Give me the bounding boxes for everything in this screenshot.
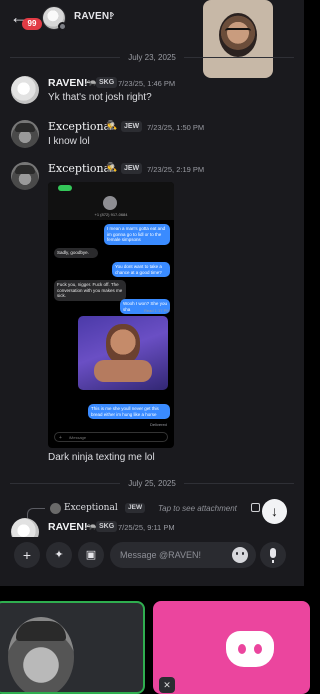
contact-number: +1 (872) 917-0684 [94, 212, 128, 217]
server-tag[interactable]: SKG [96, 77, 118, 88]
glasses-shape [225, 28, 251, 34]
reply-author[interactable]: Exceptional [64, 503, 118, 513]
user-avatar[interactable] [11, 162, 39, 190]
sms-bubble: This is me she youll never get this brea… [88, 404, 170, 419]
plus-icon: + [59, 435, 62, 441]
detective-emoji-icon: 🕵️ [106, 120, 118, 130]
message-composer: + ✦ ▣ Message @RAVEN! [0, 537, 304, 573]
microphone-icon[interactable] [260, 542, 286, 568]
message-text: I know lol [48, 136, 90, 147]
unread-badge: 99 [22, 18, 42, 30]
channel-name[interactable]: RAVEN! [74, 11, 113, 22]
status-indicator-icon [58, 22, 67, 31]
date-divider: July 23, 2025 [0, 53, 304, 62]
shared-photo [78, 316, 168, 390]
reply-connector [27, 508, 45, 518]
imessage-input: + iMessage [54, 432, 168, 442]
detective-emoji-icon: 🕵️ [106, 162, 118, 172]
sms-bubble: Fuck you, nigger. Fuck off. The conversa… [54, 280, 126, 301]
user-avatar[interactable] [11, 76, 39, 104]
message-text: Dark ninja texting me lol [48, 452, 155, 463]
message-author[interactable]: Exceptional [48, 162, 114, 175]
gift-icon[interactable]: ▣ [78, 542, 104, 568]
message-timestamp: 7/23/25, 1:50 PM [147, 123, 205, 132]
scroll-to-bottom-button[interactable]: ↓ [262, 499, 287, 524]
discord-logo-icon [226, 631, 274, 667]
app-card-active[interactable] [0, 601, 145, 694]
image-icon [251, 503, 260, 512]
message-timestamp: 7/23/25, 1:46 PM [118, 79, 176, 88]
reply-server-tag: JEW [125, 503, 146, 513]
caller-face [219, 13, 257, 57]
server-tag[interactable]: JEW [121, 163, 143, 174]
imessage-header: +1 (872) 917-0684 [48, 182, 174, 220]
contact-avatar [103, 196, 117, 210]
message-author[interactable]: RAVEN! [48, 521, 87, 533]
server-tag[interactable]: SKG [96, 521, 118, 532]
user-avatar[interactable] [11, 120, 39, 148]
delivered-label: Delivered [150, 422, 167, 427]
person-face [106, 324, 140, 364]
reply-avatar [50, 503, 61, 514]
message-author[interactable]: Exceptional [48, 120, 114, 133]
sms-bubble: You dont want to take a chance at a good… [112, 262, 170, 277]
mic-muted-icon[interactable]: ✕ [159, 677, 175, 693]
read-receipt: Read 1:17 PM [144, 308, 170, 313]
reply-text[interactable]: Tap to see attachment [158, 504, 237, 513]
sms-bubble: I mean a man's gotta eat and im gonna go… [104, 224, 170, 245]
chevron-right-icon[interactable]: › [111, 9, 114, 20]
emoji-icon[interactable] [232, 547, 248, 563]
message-timestamp: 7/25/25, 9:11 PM [118, 523, 175, 532]
sms-bubble: Sadly, goodbye. [54, 248, 98, 258]
message-author[interactable]: RAVEN! [48, 77, 87, 89]
server-tag[interactable]: JEW [121, 121, 143, 132]
message-timestamp: 7/23/25, 2:19 PM [147, 165, 205, 174]
discord-dm-screen: ← 99 RAVEN! › July 23, 2025 RAVEN! 🦡 SKG… [0, 0, 304, 586]
date-divider: July 25, 2025 [0, 479, 304, 488]
caller-avatar [8, 617, 74, 692]
plus-icon[interactable]: + [14, 542, 40, 568]
image-attachment[interactable]: +1 (872) 917-0684 I mean a man's gotta e… [48, 182, 174, 448]
message-text: Yk that's not josh right? [48, 92, 152, 103]
call-pill-icon [58, 185, 72, 191]
video-call-pip[interactable] [203, 0, 273, 78]
apps-icon[interactable]: ✦ [46, 542, 72, 568]
person-arm [94, 360, 152, 382]
discord-app-card[interactable]: ✕ [153, 601, 310, 694]
